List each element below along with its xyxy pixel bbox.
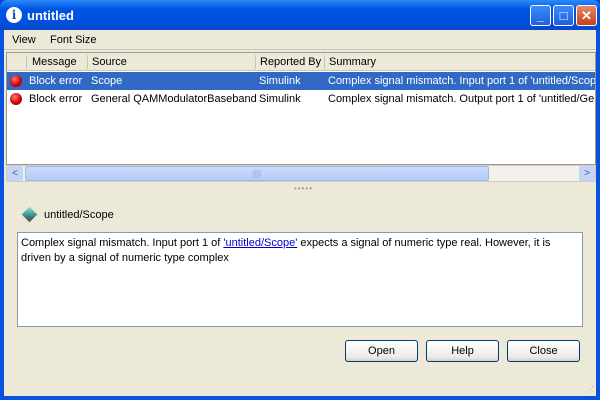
error-icon [10,75,22,87]
help-button[interactable]: Help [426,340,499,362]
cell-summary: Complex signal mismatch. Output port 1 o… [328,93,596,105]
block-icon [21,206,38,223]
column-source[interactable]: Source [92,56,127,68]
info-icon: i [6,7,22,23]
maximize-button[interactable]: □ [553,5,574,26]
window-title: untitled [27,8,74,23]
close-window-button[interactable]: ✕ [576,5,597,26]
detail-text: Complex signal mismatch. Input port 1 of [21,237,224,249]
menu-view[interactable]: View [12,34,36,46]
splitter-handle[interactable]: ••••• [294,184,313,193]
cell-message: Block error [29,93,83,105]
cell-message: Block error [29,75,83,87]
cell-summary: Complex signal mismatch. Input port 1 of… [328,75,596,87]
close-button[interactable]: Close [507,340,580,362]
cell-source: General QAMModulatorBaseband [91,93,257,105]
diagnostic-window: i untitled _ □ ✕ View Font Size Message … [0,0,600,400]
horizontal-scrollbar[interactable]: < |||| > [6,165,596,182]
column-reported-by[interactable]: Reported By [260,56,321,68]
message-detail: Complex signal mismatch. Input port 1 of… [17,232,583,327]
column-summary[interactable]: Summary [329,56,376,68]
open-button[interactable]: Open [345,340,418,362]
block-path: untitled/Scope [44,209,114,221]
column-message[interactable]: Message [32,56,77,68]
table-row[interactable]: Block error General QAMModulatorBaseband… [7,90,595,108]
block-link[interactable]: 'untitled/Scope' [223,237,297,249]
message-table: Message Source Reported By Summary Block… [6,52,596,165]
scroll-left-icon[interactable]: < [7,166,23,181]
cell-reported-by: Simulink [259,75,301,87]
menu-font-size[interactable]: Font Size [50,34,96,46]
menu-bar: View Font Size [4,30,596,50]
error-icon [10,93,22,105]
title-bar[interactable]: i untitled _ □ ✕ [0,0,600,30]
scrollbar-thumb[interactable]: |||| [25,166,489,181]
minimize-button[interactable]: _ [530,5,551,26]
resize-grip-icon[interactable]: ⋰ [586,385,594,394]
cell-source: Scope [91,75,123,87]
cell-reported-by: Simulink [259,93,301,105]
scroll-right-icon[interactable]: > [579,166,595,181]
table-row[interactable]: Block error Scope Simulink Complex signa… [7,72,595,90]
table-header: Message Source Reported By Summary [7,53,595,71]
